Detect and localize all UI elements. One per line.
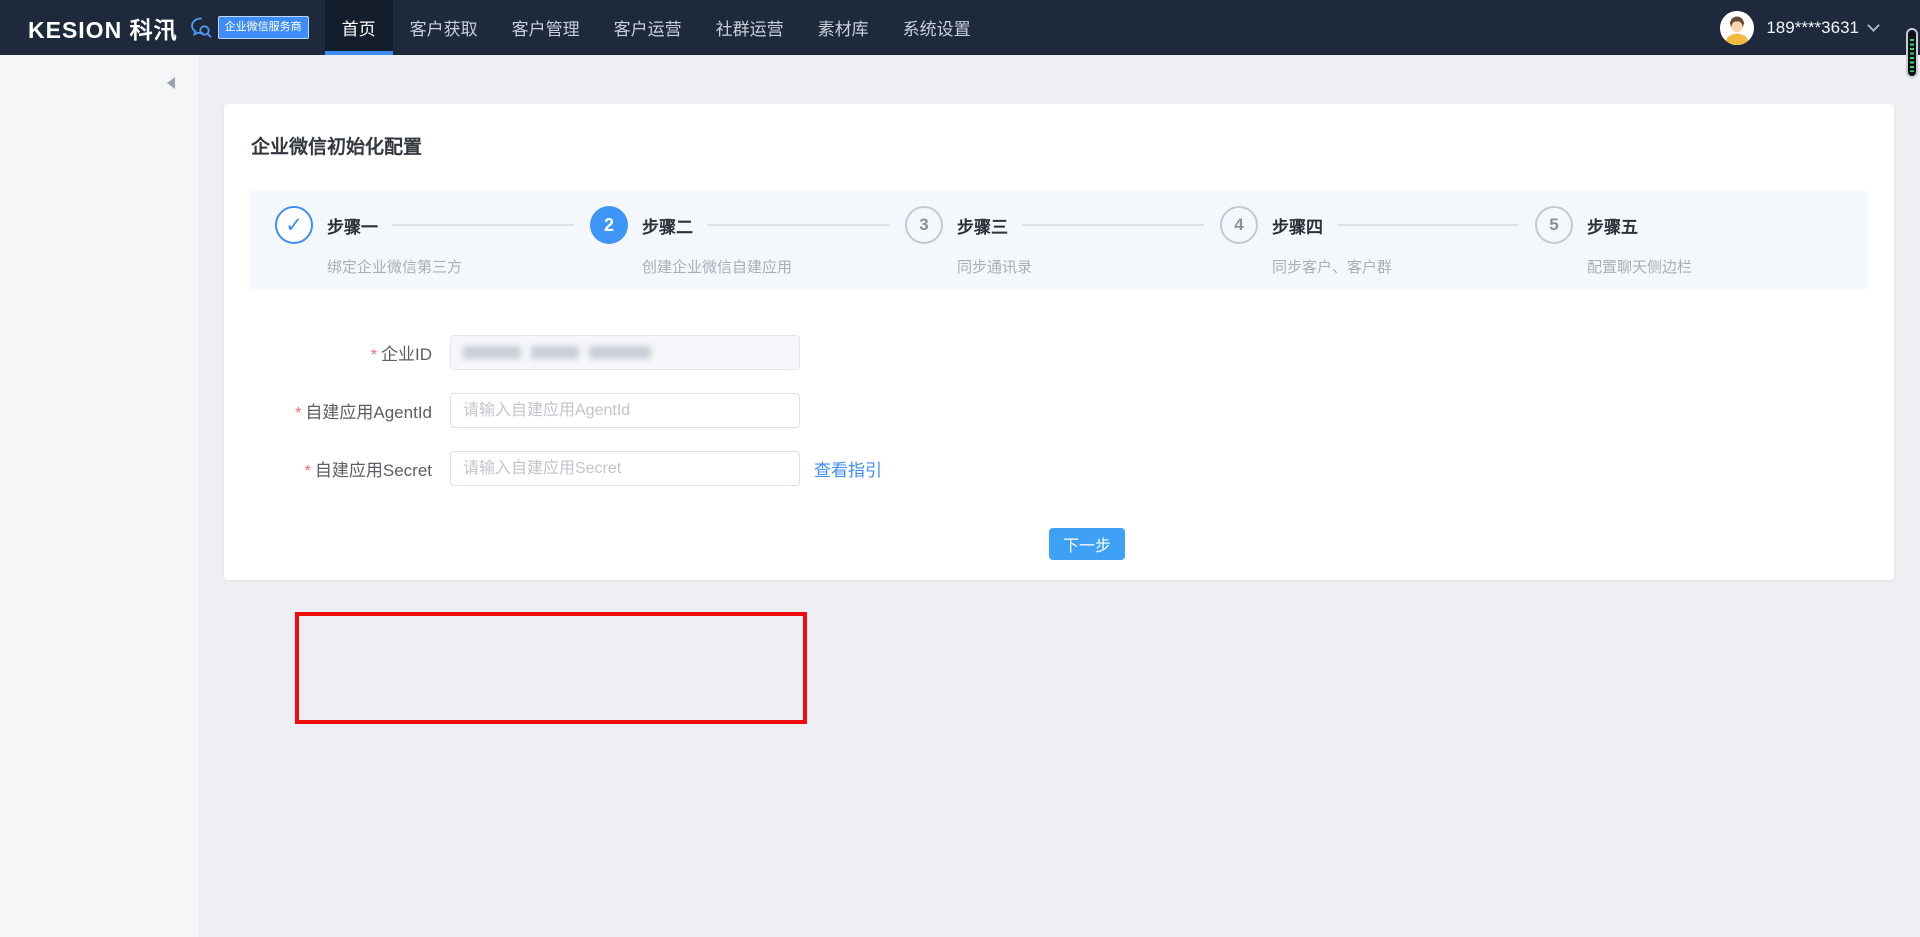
user-avatar (1720, 11, 1754, 45)
secret-row: *自建应用Secret 查看指引 (224, 451, 1894, 486)
required-asterisk: * (305, 463, 311, 480)
agent-id-row: *自建应用AgentId (224, 393, 1894, 428)
step-4: 4 步骤四 同步客户、客户群 (1220, 206, 1535, 289)
required-asterisk: * (295, 405, 301, 422)
agent-id-label: *自建应用AgentId (224, 398, 432, 423)
left-sidebar (0, 55, 200, 937)
chevron-down-icon (1867, 19, 1880, 32)
step-1-title: 步骤一 (327, 213, 378, 238)
main-nav-tabs: 首页 客户获取 客户管理 客户运营 社群运营 素材库 系统设置 (325, 0, 988, 55)
redacted-value (589, 346, 651, 359)
step-1-description: 绑定企业微信第三方 (327, 256, 590, 277)
next-step-button[interactable]: 下一步 (1049, 528, 1125, 560)
corp-id-field (450, 335, 800, 370)
corp-id-row: *企业ID (224, 335, 1894, 370)
stepper: ✓ 步骤一 绑定企业微信第三方 2 步骤二 创建企业微信自建应用 3 步骤三 (250, 191, 1868, 289)
step-2: 2 步骤二 创建企业微信自建应用 (590, 206, 905, 289)
step-connector (392, 224, 574, 226)
step-3: 3 步骤三 同步通讯录 (905, 206, 1220, 289)
scroll-indicator-stripes (1910, 39, 1914, 72)
step-4-title: 步骤四 (1272, 213, 1323, 238)
redacted-value (463, 346, 521, 359)
step-1-check-icon: ✓ (275, 206, 313, 244)
step-connector (707, 224, 889, 226)
nav-tab-system-settings[interactable]: 系统设置 (886, 0, 988, 55)
step-5-number: 5 (1535, 206, 1573, 244)
step-4-number: 4 (1220, 206, 1258, 244)
sidebar-collapse-icon[interactable] (167, 77, 175, 89)
nav-tab-home[interactable]: 首页 (325, 0, 393, 55)
top-nav: KESION 科汛 企业微信服务商 首页 客户获取 客户管理 客户运营 社群运营… (0, 0, 1920, 55)
step-2-number: 2 (590, 206, 628, 244)
app-logo: KESION 科汛 (28, 0, 178, 55)
step-connector (1337, 224, 1519, 226)
step-3-number: 3 (905, 206, 943, 244)
view-guide-link[interactable]: 查看指引 (814, 456, 882, 481)
service-provider-badge-label: 企业微信服务商 (218, 16, 309, 39)
nav-tab-customer-management[interactable]: 客户管理 (495, 0, 597, 55)
step-1: ✓ 步骤一 绑定企业微信第三方 (275, 206, 590, 289)
nav-tab-community-operation[interactable]: 社群运营 (699, 0, 801, 55)
step-2-title: 步骤二 (642, 213, 693, 238)
red-highlight-rectangle (295, 612, 807, 724)
step-5-title: 步骤五 (1587, 213, 1638, 238)
nav-tab-customer-operation[interactable]: 客户运营 (597, 0, 699, 55)
user-menu[interactable]: 189****3631 (1720, 0, 1878, 55)
step-4-description: 同步客户、客户群 (1272, 256, 1535, 277)
secret-label: *自建应用Secret (224, 456, 432, 481)
main-content: 企业微信初始化配置 ✓ 步骤一 绑定企业微信第三方 2 步骤二 创建企业微信自建… (200, 55, 1920, 937)
step-5: 5 步骤五 配置聊天侧边栏 (1535, 206, 1692, 289)
service-provider-badge: 企业微信服务商 (188, 0, 309, 55)
scroll-indicator[interactable] (1906, 28, 1918, 78)
required-asterisk: * (371, 347, 377, 364)
step-2-description: 创建企业微信自建应用 (642, 256, 905, 277)
config-form: *企业ID *自建应用AgentId *自建应用Secret (224, 335, 1894, 560)
step-5-description: 配置聊天侧边栏 (1587, 256, 1692, 277)
step-3-description: 同步通讯录 (957, 256, 1220, 277)
wecom-chat-icon (188, 15, 214, 41)
nav-tab-material-library[interactable]: 素材库 (801, 0, 886, 55)
step-connector (1022, 224, 1204, 226)
config-card: 企业微信初始化配置 ✓ 步骤一 绑定企业微信第三方 2 步骤二 创建企业微信自建… (224, 104, 1894, 580)
step-3-title: 步骤三 (957, 213, 1008, 238)
redacted-value (531, 346, 579, 359)
user-phone-number: 189****3631 (1766, 18, 1859, 38)
agent-id-input[interactable] (450, 393, 800, 428)
nav-tab-customer-acquisition[interactable]: 客户获取 (393, 0, 495, 55)
secret-input[interactable] (450, 451, 800, 486)
corp-id-label: *企业ID (224, 340, 432, 365)
page-title: 企业微信初始化配置 (251, 132, 1894, 159)
